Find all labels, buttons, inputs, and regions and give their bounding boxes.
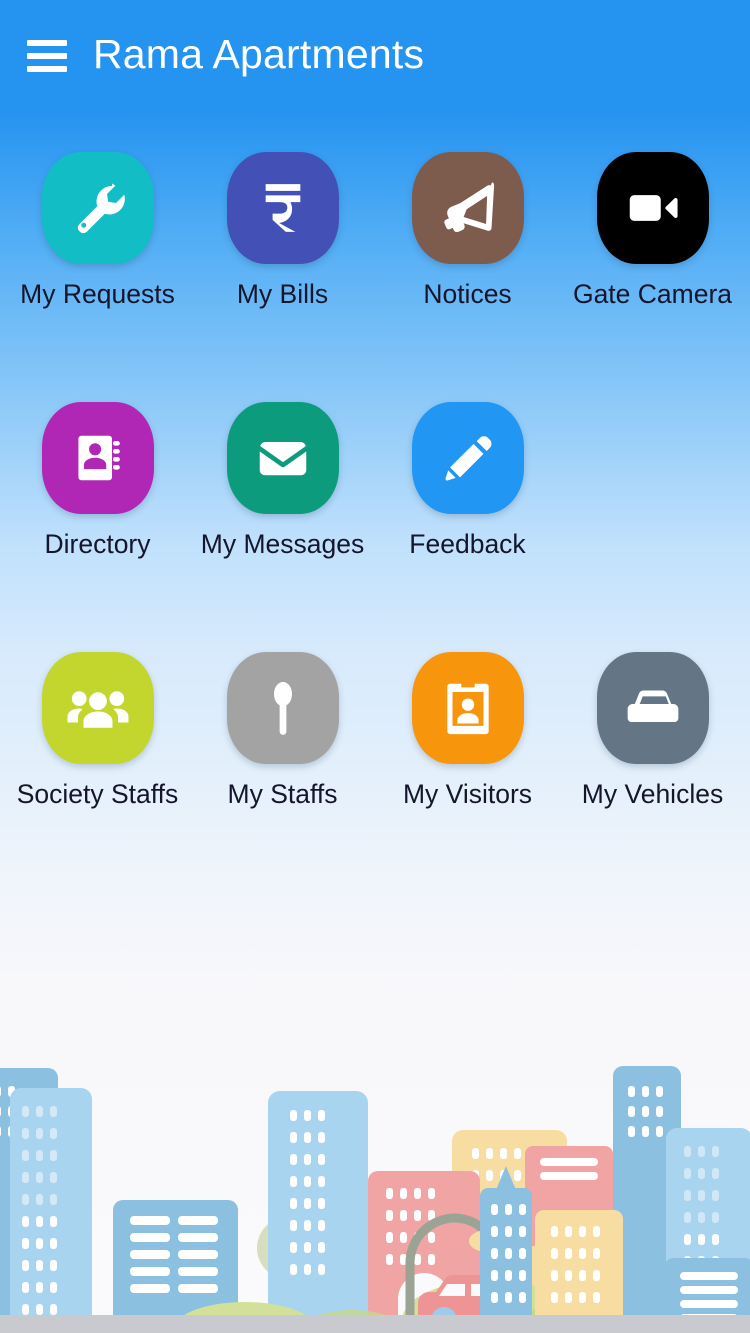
page-title: Rama Apartments [93,30,425,77]
envelope-icon [226,402,339,514]
app-shortcut-grid: My Requests My Bills Notices Gate Camera [0,152,750,902]
grid-item-label: Gate Camera [572,279,733,309]
grid-item-my-vehicles[interactable]: My Vehicles [560,652,745,902]
grid-item-my-requests[interactable]: My Requests [5,152,190,402]
megaphone-icon [411,152,524,264]
grid-item-label: Feedback [409,529,526,559]
grid-item-empty-slot [560,402,745,652]
rupee-icon [226,152,339,264]
grid-item-my-messages[interactable]: My Messages [190,402,375,652]
grid-item-label: Notices [423,279,512,309]
contact-book-icon [41,402,154,514]
hamburger-menu-icon[interactable] [27,40,67,72]
grid-item-notices[interactable]: Notices [375,152,560,402]
grid-item-directory[interactable]: Directory [5,402,190,652]
grid-item-label: Directory [44,529,151,559]
grid-item-my-visitors[interactable]: My Visitors [375,652,560,902]
people-group-icon [41,652,154,764]
grid-item-gate-camera[interactable]: Gate Camera [560,152,745,402]
car-icon [596,652,709,764]
grid-item-label: My Visitors [402,779,533,809]
grid-item-label: My Bills [236,279,329,309]
city-skyline-illustration [0,1058,750,1333]
app-header: Rama Apartments [0,0,750,112]
hamburger-bar-3 [27,66,67,72]
pencil-icon [411,402,524,514]
grid-item-label: My Vehicles [581,779,724,809]
grid-item-label: Society Staffs [16,779,179,809]
grid-item-feedback[interactable]: Feedback [375,402,560,652]
wrench-icon [41,152,154,264]
grid-item-label: My Messages [200,529,365,559]
id-badge-icon [411,652,524,764]
grid-item-label: My Requests [20,279,175,309]
grid-item-my-staffs[interactable]: My Staffs [190,652,375,902]
hamburger-bar-2 [27,53,67,59]
grid-item-my-bills[interactable]: My Bills [190,152,375,402]
video-camera-icon [596,152,709,264]
grid-item-society-staffs[interactable]: Society Staffs [5,652,190,902]
grid-item-label: My Staffs [227,779,338,809]
spoon-icon [226,652,339,764]
hamburger-bar-1 [27,40,67,46]
